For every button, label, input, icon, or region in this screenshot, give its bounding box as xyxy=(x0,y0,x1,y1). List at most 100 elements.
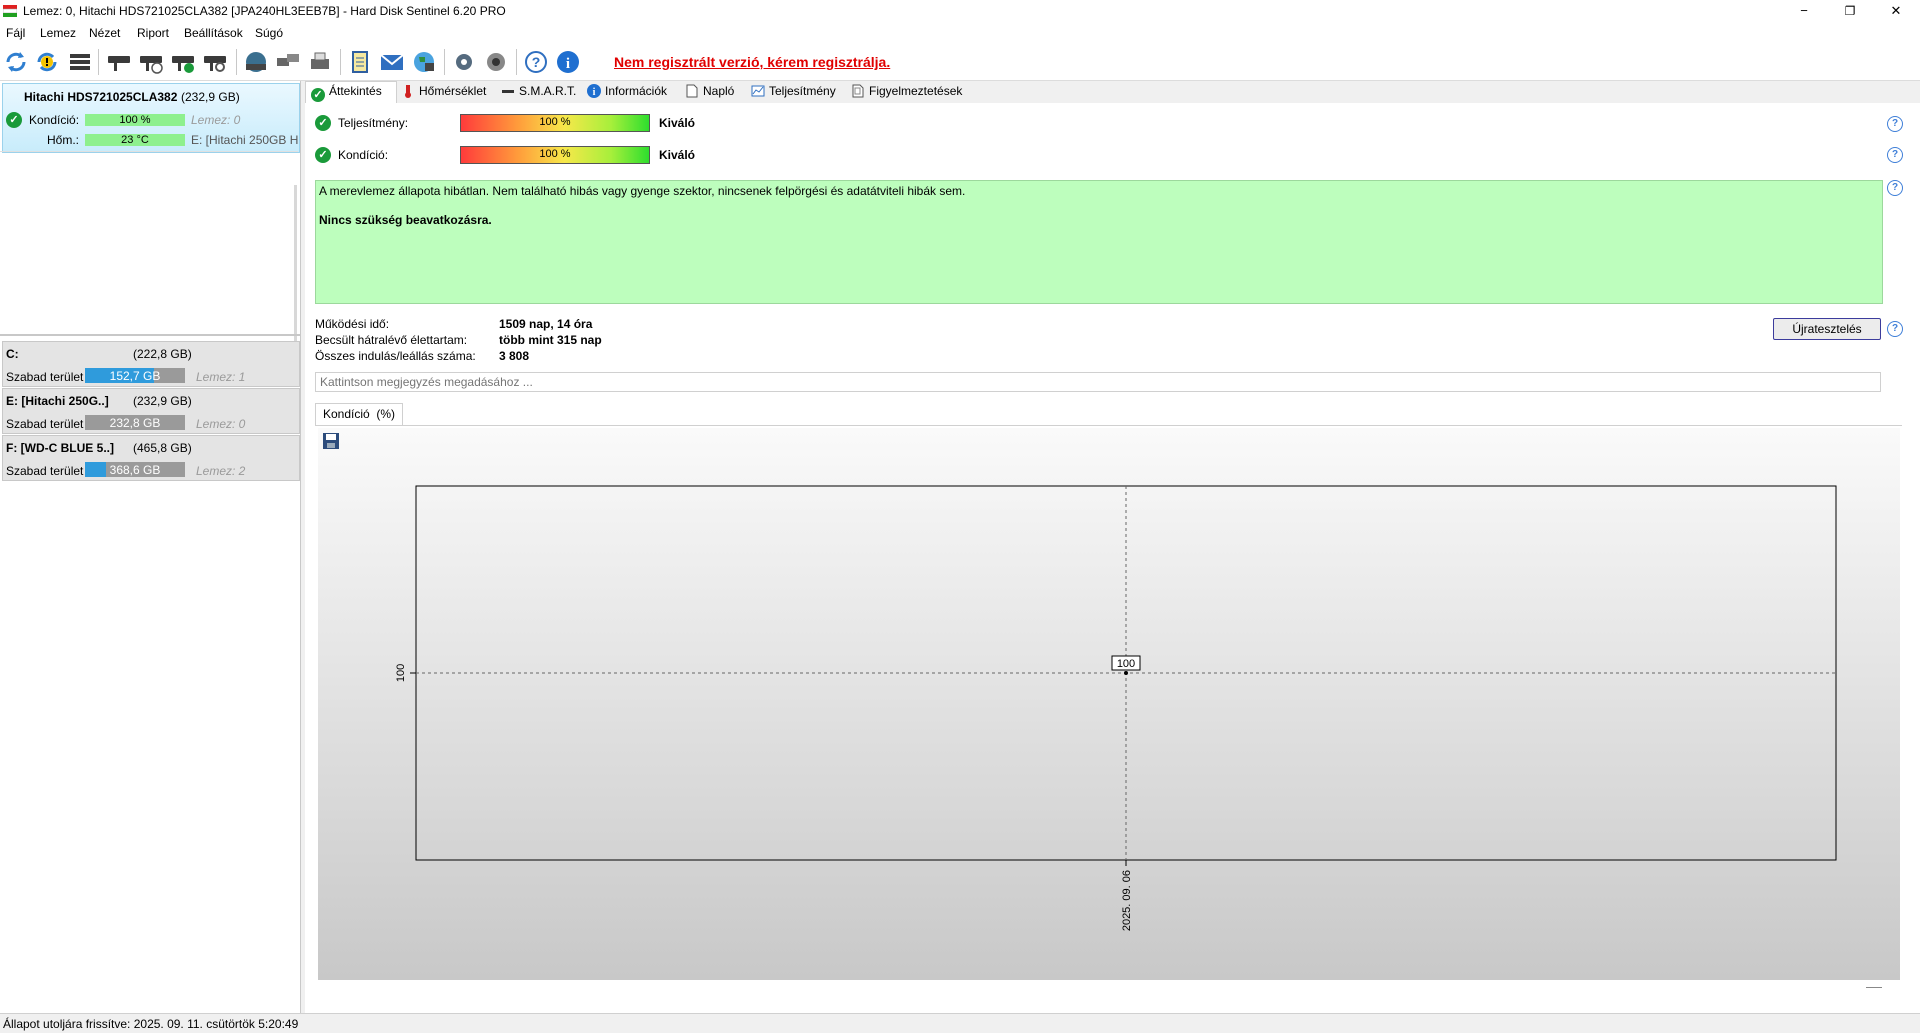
mail-icon[interactable] xyxy=(379,49,405,75)
starts-value: 3 808 xyxy=(499,349,530,363)
power-on-value: 1509 nap, 14 óra xyxy=(499,317,593,331)
tab-alerts[interactable]: Figyelmeztetések xyxy=(851,84,962,98)
lifetime-label: Becsült hátralévő élettartam: xyxy=(315,333,468,347)
partition-e[interactable]: E: [Hitachi 250G..] (232,9 GB) Szabad te… xyxy=(2,388,300,434)
svg-text:i: i xyxy=(593,87,596,98)
data-label: 100 xyxy=(1117,658,1135,670)
menu-view[interactable]: Nézet xyxy=(89,26,120,40)
check-icon: ✓ xyxy=(311,88,325,102)
help-icon[interactable]: ? xyxy=(1887,116,1903,132)
partition-size: (232,9 GB) xyxy=(133,394,192,408)
free-value: 232,8 GB xyxy=(109,416,161,430)
help-icon[interactable]: ? xyxy=(1887,180,1903,196)
disk-clock-icon[interactable] xyxy=(138,49,164,75)
panel-splitter[interactable] xyxy=(0,334,300,336)
info-icon[interactable]: i xyxy=(555,49,581,75)
data-point xyxy=(1124,671,1128,675)
partition-name: F: [WD-C BLUE 5..] xyxy=(6,441,114,455)
performance-value: 100 % xyxy=(539,116,571,128)
tab-information[interactable]: i Információk xyxy=(587,84,667,98)
notepad-icon[interactable] xyxy=(347,49,373,75)
performance-rating: Kiváló xyxy=(659,116,696,130)
free-label: Szabad terület xyxy=(6,464,84,478)
menu-help[interactable]: Súgó xyxy=(255,26,283,40)
disk-ref: Lemez: 0 xyxy=(191,113,241,127)
settings-icon[interactable] xyxy=(483,49,509,75)
tab-temperature[interactable]: Hőmérséklet xyxy=(401,84,486,98)
toolbar-separator xyxy=(98,49,99,75)
resize-grip[interactable] xyxy=(1866,987,1882,988)
tab-smart[interactable]: S.M.A.R.T. xyxy=(501,84,576,98)
disk-check-icon[interactable] xyxy=(170,49,196,75)
free-label: Szabad terület xyxy=(6,370,84,384)
app-icon xyxy=(3,5,17,17)
unregistered-link[interactable]: Nem regisztrált verzió, kérem regisztrál… xyxy=(614,54,890,70)
partition-name: C: xyxy=(6,347,19,361)
check-icon: ✓ xyxy=(315,115,331,131)
world-icon[interactable] xyxy=(411,49,437,75)
recommendation: Nincs szükség beavatkozásra. xyxy=(319,213,492,227)
menu-bar: Fájl Lemez Nézet Riport Beállítások Súgó xyxy=(0,22,1920,43)
chart-tab[interactable]: Kondíció (%) xyxy=(315,403,403,426)
disk-icon[interactable] xyxy=(106,49,132,75)
network-icon[interactable] xyxy=(275,49,301,75)
refresh-icon[interactable] xyxy=(3,49,29,75)
partition-f[interactable]: F: [WD-C BLUE 5..] (465,8 GB) Szabad ter… xyxy=(2,435,300,481)
chart-icon xyxy=(751,85,765,97)
lifetime-value: több mint 315 nap xyxy=(499,333,602,347)
disk-ref: Lemez: 0 xyxy=(196,417,246,431)
status-bar: Állapot utoljára frissítve: 2025. 09. 11… xyxy=(0,1013,1920,1033)
free-label: Szabad terület xyxy=(6,417,84,431)
title-bar: Lemez: 0, Hitachi HDS721025CLA382 [JPA24… xyxy=(0,0,1920,22)
free-value: 152,7 GB xyxy=(109,369,161,383)
x-tick-label: 2025. 09. 06 xyxy=(1121,870,1133,931)
tab-performance[interactable]: Teljesítmény xyxy=(751,84,836,98)
disk-size: (232,9 GB) xyxy=(181,90,240,104)
menu-report[interactable]: Riport xyxy=(137,26,169,40)
y-tick-label: 100 xyxy=(395,664,407,682)
gear-icon[interactable] xyxy=(451,49,477,75)
tab-log[interactable]: Napló xyxy=(685,84,734,98)
window-title: Lemez: 0, Hitachi HDS721025CLA382 [JPA24… xyxy=(23,4,506,18)
menu-disk[interactable]: Lemez xyxy=(40,26,76,40)
help-icon[interactable]: ? xyxy=(1887,147,1903,163)
health-value: 100 % xyxy=(539,148,571,160)
document-icon xyxy=(686,84,698,98)
help-icon[interactable]: ? xyxy=(523,49,549,75)
status-text: Állapot utoljára frissítve: 2025. 09. 11… xyxy=(3,1017,299,1031)
tab-overview[interactable]: ✓ Áttekintés xyxy=(311,84,382,102)
health-chart: 100 2025. 09. 06 100 xyxy=(318,428,1900,980)
disk-name: Hitachi HDS721025CLA382 xyxy=(24,90,178,104)
disk-list-icon[interactable] xyxy=(67,49,93,75)
power-on-label: Működési idő: xyxy=(315,317,390,331)
svg-text:?: ? xyxy=(532,54,541,70)
divider xyxy=(315,425,1902,426)
performance-bar: 100 % xyxy=(460,114,650,132)
menu-file[interactable]: Fájl xyxy=(6,26,25,40)
disk-card[interactable]: Hitachi HDS721025CLA382 (232,9 GB) ✓ Kon… xyxy=(2,83,300,153)
maximize-button[interactable]: ❐ xyxy=(1827,0,1873,22)
minimize-button[interactable]: − xyxy=(1781,0,1827,22)
starts-label: Összes indulás/leállás száma: xyxy=(315,349,476,363)
note-input[interactable] xyxy=(315,372,1881,392)
chart-tab-label: Kondíció (%) xyxy=(323,407,396,421)
check-icon: ✓ xyxy=(315,147,331,163)
menu-settings[interactable]: Beállítások xyxy=(184,26,243,40)
printer-icon[interactable] xyxy=(307,49,333,75)
toolbar-separator xyxy=(340,49,341,75)
drive-icon[interactable] xyxy=(243,49,269,75)
retest-button[interactable]: Újratesztelés xyxy=(1773,318,1881,340)
health-bar: 100 % xyxy=(460,146,650,164)
disk-search-icon[interactable] xyxy=(202,49,228,75)
close-button[interactable]: ✕ xyxy=(1873,0,1919,22)
tab-bar: ✓ Áttekintés Hőmérséklet S.M.A.R.T. i Info… xyxy=(305,81,1920,104)
refresh-warning-icon[interactable] xyxy=(34,49,60,75)
smart-icon xyxy=(502,90,514,93)
partition-c[interactable]: C: (222,8 GB) Szabad terület 152,7 GB Le… xyxy=(2,341,300,387)
thermometer-icon xyxy=(405,85,411,98)
partition-size: (222,8 GB) xyxy=(133,347,192,361)
svg-text:i: i xyxy=(566,56,570,72)
status-message-box: A merevlemez állapota hibátlan. Nem talá… xyxy=(315,180,1883,304)
help-icon[interactable]: ? xyxy=(1887,321,1903,337)
toolbar-separator xyxy=(236,49,237,75)
